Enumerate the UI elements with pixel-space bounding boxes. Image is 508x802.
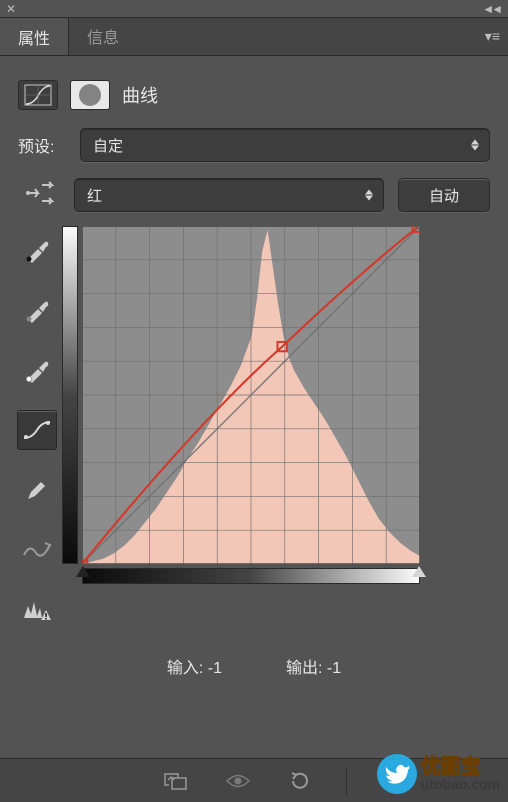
input-gradient: [82, 568, 420, 584]
preset-dropdown[interactable]: 自定: [80, 128, 490, 162]
output-label: 输出:: [286, 660, 322, 677]
left-tool-column: [12, 226, 62, 630]
auto-button[interactable]: 自动: [398, 178, 490, 212]
reset-icon[interactable]: [284, 769, 316, 793]
separator: [346, 767, 347, 795]
watermark-name: 优图宝: [421, 757, 500, 777]
curve-grid[interactable]: [82, 226, 420, 564]
input-label: 输入:: [167, 660, 203, 677]
output-readout: 输出: -1: [286, 654, 341, 678]
dropdown-arrows-icon: [471, 140, 479, 151]
input-readout: 输入: -1: [167, 654, 222, 678]
visibility-icon[interactable]: [222, 769, 254, 793]
clip-to-layer-icon[interactable]: [160, 769, 192, 793]
collapse-icon[interactable]: ◄◄: [482, 2, 500, 16]
watermark: 优图宝 utobao.com: [377, 754, 500, 794]
input-gradient-row: [82, 568, 420, 584]
curves-adjustment-icon[interactable]: [18, 80, 58, 110]
tab-bar: 属性 信息 ▾≡: [0, 18, 508, 56]
curve-edit-icon[interactable]: [17, 410, 57, 450]
clip-warning-icon[interactable]: [17, 590, 57, 630]
eyedropper-black-icon[interactable]: [17, 230, 57, 270]
input-value: -1: [208, 660, 222, 677]
channel-dropdown[interactable]: 红: [74, 178, 384, 212]
channel-value: 红: [87, 185, 102, 206]
panel-menu-icon[interactable]: ▾≡: [485, 28, 500, 45]
output-gradient: [62, 226, 78, 564]
dropdown-arrows-icon: [365, 190, 373, 201]
hand-adjust-icon[interactable]: [22, 180, 56, 210]
eyedropper-gray-icon[interactable]: [17, 290, 57, 330]
io-row: 输入: -1 输出: -1: [0, 630, 508, 686]
panel-top-strip: ✕ ◄◄: [0, 0, 508, 18]
tab-properties[interactable]: 属性: [0, 17, 69, 55]
tab-info[interactable]: 信息: [69, 17, 137, 55]
eyedropper-white-icon[interactable]: [17, 350, 57, 390]
close-icon[interactable]: ✕: [6, 2, 16, 16]
preset-value: 自定: [93, 135, 123, 156]
curve-area: [0, 226, 508, 630]
preset-row: 预设: 自定: [0, 128, 508, 178]
black-point-slider[interactable]: [76, 566, 90, 577]
channel-row: 红 自动: [0, 178, 508, 226]
watermark-url: utobao.com: [421, 777, 500, 791]
adjustment-title: 曲线: [122, 82, 158, 108]
layer-mask-icon[interactable]: [70, 80, 110, 110]
smooth-icon[interactable]: [17, 530, 57, 570]
output-value: -1: [327, 660, 341, 677]
pencil-icon[interactable]: [17, 470, 57, 510]
auto-button-label: 自动: [429, 185, 459, 206]
adjustment-header: 曲线: [0, 56, 508, 128]
white-point-slider[interactable]: [412, 566, 426, 577]
preset-label: 预设:: [18, 133, 70, 157]
bird-logo-icon: [377, 754, 417, 794]
